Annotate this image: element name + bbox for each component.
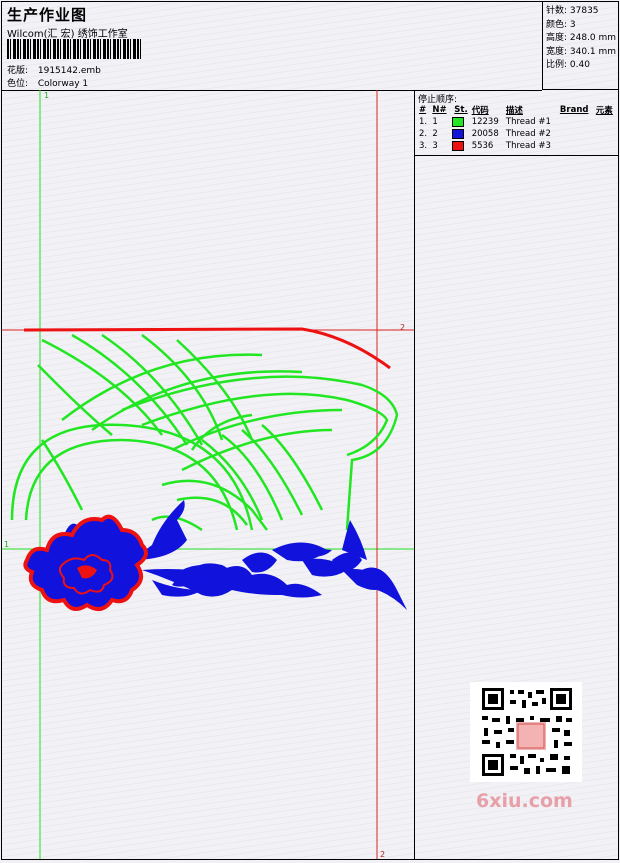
row-element [594, 116, 617, 128]
color-swatch [452, 128, 465, 139]
row-desc: Thread #3 [505, 141, 551, 151]
col-n: N# [432, 105, 447, 115]
row-swatch [450, 140, 469, 152]
embroidery-preview: 1 1 2 2 [2, 90, 414, 859]
row-code: 5536 [471, 141, 494, 151]
table-divider [415, 155, 619, 156]
left-guide-marker: 1 [44, 91, 49, 100]
col-brand: Brand [559, 105, 589, 115]
color-swatch [452, 140, 465, 151]
color-swatch [452, 116, 465, 127]
table-row: 2. 2 20058 Thread #2 [417, 128, 617, 140]
design-height: 高度: 248.0 mm [546, 33, 617, 43]
row-element [594, 140, 617, 152]
row-index: 2. [419, 129, 428, 139]
stitch-count: 针数: 37835 [546, 6, 599, 16]
row-code: 12239 [471, 117, 499, 127]
col-desc: 描述 [505, 106, 523, 116]
design-width: 宽度: 340.1 mm [546, 46, 617, 57]
colorway-value: Colorway 1 [37, 79, 89, 89]
center-guide-marker: 1 [4, 540, 9, 549]
col-index: # [419, 105, 427, 115]
stop-sequence-table: # N# St. 代码 描述 Brand 元素 1. 1 12239 Threa… [417, 104, 617, 152]
qr-code-image [470, 682, 582, 782]
row-swatch [450, 128, 469, 140]
design-value: 1915142.emb [37, 66, 101, 76]
production-sheet: 生产作业图 Wilcom(汇 宏) 绣饰工作室 花版: 1915142.emb … [1, 1, 619, 860]
colorway-label: 色位: [7, 79, 29, 89]
stats-panel: 针数: 37835 颜色: 3 高度: 248.0 mm 宽度: 340.1 m… [542, 2, 618, 90]
row-desc: Thread #1 [505, 117, 551, 127]
row-swatch [450, 116, 469, 128]
watermark-text: 6xiu.com [476, 790, 573, 812]
row-brand [558, 116, 594, 128]
row-brand [558, 128, 594, 140]
color-count: 颜色: 3 [546, 19, 576, 30]
table-row: 1. 1 12239 Thread #1 [417, 116, 617, 128]
row-index: 3. [419, 141, 428, 151]
row-n: 1 [432, 117, 438, 127]
table-header-row: # N# St. 代码 描述 Brand 元素 [417, 104, 617, 116]
col-st: St. [454, 105, 468, 115]
row-code: 20058 [471, 129, 499, 139]
red-top-band [23, 327, 391, 370]
design-label: 花版: [7, 66, 29, 76]
row-n: 2 [432, 129, 438, 139]
design-row: 花版: 1915142.emb [7, 63, 101, 76]
barcode [7, 39, 143, 59]
col-element: 元素 [595, 106, 613, 116]
row-brand [558, 140, 594, 152]
header-block: 生产作业图 Wilcom(汇 宏) 绣饰工作室 花版: 1915142.emb … [2, 2, 542, 91]
top-guide-marker: 2 [400, 323, 405, 332]
row-element [594, 128, 617, 140]
table-row: 3. 3 5536 Thread #3 [417, 140, 617, 152]
studio-name: Wilcom(汇 宏) 绣饰工作室 [7, 29, 128, 40]
green-lattice [10, 333, 399, 532]
bottom-guide-marker: 2 [380, 850, 385, 859]
flower-motif [23, 514, 148, 611]
design-scale: 比例: 0.40 [546, 60, 590, 70]
row-index: 1. [419, 117, 428, 127]
row-n: 3 [432, 141, 438, 151]
sheet-title: 生产作业图 [7, 6, 88, 24]
colorway-row: 色位: Colorway 1 [7, 76, 88, 89]
design-canvas: 1 1 2 2 [2, 90, 414, 859]
col-code: 代码 [471, 106, 489, 116]
row-desc: Thread #2 [505, 129, 551, 139]
